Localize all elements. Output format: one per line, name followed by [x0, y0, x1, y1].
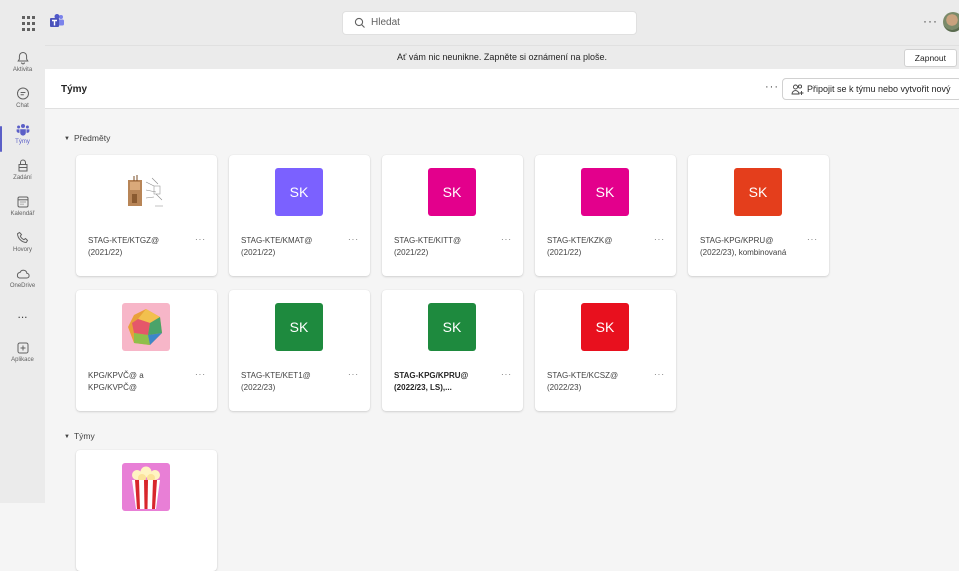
rail-label: Týmy — [15, 139, 30, 145]
teams-header: Týmy ··· Připojit se k týmu nebo vytvoři… — [45, 69, 959, 109]
team-name: STAG-KTE/KMAT@ (2021/22) — [241, 236, 313, 257]
team-more-icon[interactable]: ··· — [501, 235, 512, 244]
team-tile-initials: SK — [734, 168, 782, 216]
rail-item-activity[interactable]: Aktivita — [0, 50, 45, 86]
team-card[interactable]: STAG-KTE/KTGZ@ (2021/22) ··· — [76, 155, 217, 276]
search-box[interactable]: Hledat — [342, 11, 637, 35]
team-tile-initials: SK — [581, 168, 629, 216]
team-name: STAG-KPG/KPRU@ (2022/23, LS),... — [394, 371, 469, 392]
rail-item-more[interactable]: ... — [0, 307, 45, 343]
team-name: STAG-KTE/KITT@ (2021/22) — [394, 236, 462, 257]
join-or-create-team-button[interactable]: Připojit se k týmu nebo vytvořit nový — [782, 78, 959, 100]
section-label: Předměty — [73, 133, 111, 143]
assignments-icon — [18, 159, 27, 172]
app-launcher-icon[interactable] — [21, 14, 37, 31]
cloud-icon — [16, 269, 30, 279]
rail-item-apps[interactable]: Aplikace — [0, 340, 45, 376]
rail-label: Chat — [16, 103, 29, 109]
team-tile-initials: SK — [581, 303, 629, 351]
team-name: STAG-KTE/KET1@ (2022/23) — [241, 371, 311, 392]
chevron-down-icon: ▼ — [64, 136, 70, 142]
teams-main: Týmy ··· Připojit se k týmu nebo vytvoři… — [45, 69, 959, 571]
section-tymy[interactable]: ▼ Týmy — [64, 431, 95, 441]
team-card[interactable]: KPG/KPVČ@ a KPG/KVPČ@ ··· — [76, 290, 217, 411]
team-name: KPG/KPVČ@ a KPG/KVPČ@ — [88, 371, 144, 392]
team-tile-initials: SK — [428, 168, 476, 216]
team-more-icon[interactable]: ··· — [654, 235, 665, 244]
calendar-icon — [17, 196, 28, 208]
phone-icon — [16, 231, 28, 244]
rail-item-onedrive[interactable]: OneDrive — [0, 266, 45, 302]
team-tile-polyhedron — [122, 303, 170, 351]
section-label: Týmy — [73, 431, 95, 441]
team-card[interactable]: SK STAG-KPG/KPRU@ (2022/23), kombinovaná… — [688, 155, 829, 276]
rail-item-teams[interactable]: Týmy — [0, 122, 45, 158]
enable-notifications-button[interactable]: Zapnout — [903, 49, 957, 67]
team-more-icon[interactable]: ··· — [348, 370, 359, 379]
rail-label: Kalendář — [10, 211, 35, 217]
rail-label: Aktivita — [12, 67, 33, 73]
settings-more-icon[interactable]: ··· — [923, 14, 938, 28]
rail-item-calls[interactable]: Hovory — [0, 230, 45, 266]
join-or-create-team-label: Připojit se k týmu nebo vytvořit nový — [807, 84, 951, 94]
team-tile-initials: SK — [275, 303, 323, 351]
notification-banner: Ať vám nic neunikne. Zapněte si oznámení… — [45, 45, 959, 69]
plus-square-icon — [17, 342, 28, 354]
team-name: STAG-KTE/KZK@ (2021/22) — [547, 236, 613, 257]
top-bar: Hledat ··· — [0, 0, 959, 45]
team-more-icon[interactable]: ··· — [348, 235, 359, 244]
teams-icon — [16, 124, 29, 136]
header-more-icon[interactable]: ··· — [765, 81, 779, 93]
team-more-icon[interactable]: ··· — [501, 370, 512, 379]
search-icon — [354, 17, 365, 28]
team-name: STAG-KPG/KPRU@ (2022/23), kombinovaná — [700, 236, 787, 257]
rail-label: Hovory — [12, 247, 32, 253]
chevron-down-icon: ▼ — [64, 434, 70, 440]
people-add-icon — [791, 84, 804, 95]
rail-item-calendar[interactable]: Kalendář — [0, 194, 45, 230]
team-name: STAG-KTE/KCSZ@ (2022/23) — [547, 371, 619, 392]
rail-label: Zadání — [13, 175, 32, 181]
more-icon: ... — [17, 307, 28, 321]
teams-logo-icon — [50, 14, 64, 27]
rail-item-chat[interactable]: Chat — [0, 86, 45, 122]
team-tile-initials: SK — [428, 303, 476, 351]
chat-icon — [16, 87, 29, 100]
rail-label: OneDrive — [9, 283, 36, 289]
bell-icon — [16, 51, 29, 65]
team-more-icon[interactable]: ··· — [654, 370, 665, 379]
team-more-icon[interactable]: ··· — [807, 235, 818, 244]
app-rail: Aktivita Chat Týmy Zadání Kalendář Hovor… — [0, 45, 45, 503]
team-card[interactable]: SK STAG-KTE/KITT@ (2021/22) ··· — [382, 155, 523, 276]
rail-item-assignments[interactable]: Zadání — [0, 158, 45, 194]
team-more-icon[interactable]: ··· — [195, 370, 206, 379]
section-predmety[interactable]: ▼ Předměty — [64, 133, 110, 143]
team-card[interactable]: SK STAG-KPG/KPRU@ (2022/23, LS),... ··· — [382, 290, 523, 411]
notification-banner-text: Ať vám nic neunikne. Zapněte si oznámení… — [397, 52, 607, 62]
team-card[interactable]: SK STAG-KTE/KET1@ (2022/23) ··· — [229, 290, 370, 411]
team-name: STAG-KTE/KTGZ@ (2021/22) — [88, 236, 160, 257]
team-more-icon[interactable]: ··· — [195, 235, 206, 244]
team-card[interactable]: SK STAG-KTE/KZK@ (2021/22) ··· — [535, 155, 676, 276]
search-placeholder: Hledat — [371, 17, 400, 28]
page-title: Týmy — [61, 84, 88, 95]
rail-label: Aplikace — [11, 357, 34, 363]
team-tile-sketch — [122, 168, 170, 216]
team-card[interactable]: SK STAG-KTE/KCSZ@ (2022/23) ··· — [535, 290, 676, 411]
team-card[interactable] — [76, 450, 217, 571]
team-tile-initials: SK — [275, 168, 323, 216]
team-card[interactable]: SK STAG-KTE/KMAT@ (2021/22) ··· — [229, 155, 370, 276]
avatar[interactable] — [943, 12, 959, 32]
team-tile-popcorn — [122, 463, 170, 511]
